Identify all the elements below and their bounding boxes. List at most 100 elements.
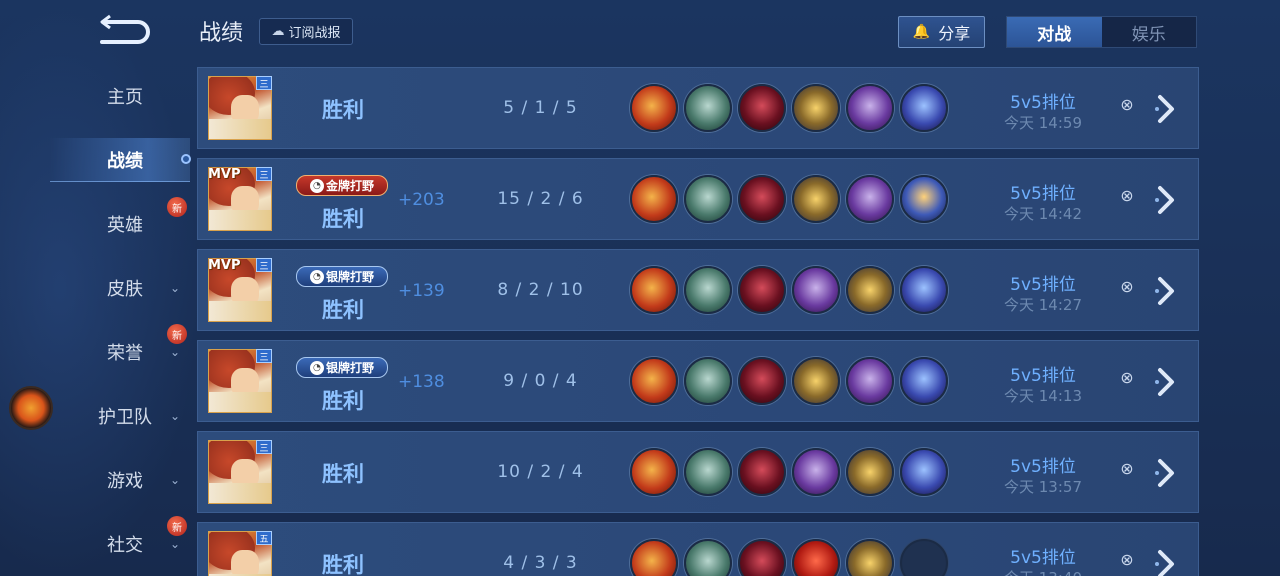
sidebar-item-record[interactable]: 战绩 — [60, 140, 190, 180]
match-data-icon[interactable]: ⊗ — [1118, 460, 1136, 478]
chevron-right-icon[interactable] — [1154, 549, 1178, 576]
item-gold-star-icon — [792, 175, 840, 223]
item-red-cleaver-icon — [630, 357, 678, 405]
sidebar-item-label: 皮肤 — [107, 279, 143, 300]
kda-stats: 9 / 0 / 4 — [503, 371, 578, 391]
item-purple-axe-icon — [846, 357, 894, 405]
share-button[interactable]: 🔔 分享 — [898, 16, 985, 48]
tab-entertainment[interactable]: 娱乐 — [1101, 17, 1196, 47]
match-data-icon[interactable]: ⊗ — [1118, 96, 1136, 114]
sidebar-item-guard[interactable]: 护卫队 ⌄ — [60, 396, 190, 436]
mode-tabs: 对战 娱乐 — [1006, 16, 1197, 48]
sidebar-item-skins[interactable]: 皮肤 ⌄ — [60, 268, 190, 308]
item-red-orb-icon — [792, 539, 840, 576]
bell-icon: 🔔 — [912, 24, 931, 40]
item-blue-blade-icon — [900, 448, 948, 496]
new-badge: 新 — [167, 324, 187, 344]
item-boots-icon — [684, 539, 732, 576]
mvp-badge: MVP — [208, 167, 241, 182]
sidebar-item-label: 主页 — [107, 87, 143, 108]
new-badge: 新 — [167, 197, 187, 217]
item-gold-star-icon — [846, 266, 894, 314]
match-row[interactable]: 三胜利 5 / 1 / 5 5v5排位 今天 14:59 ⊗ — [197, 67, 1199, 149]
match-time: 今天 14:42 — [1004, 205, 1082, 223]
match-row[interactable]: 三 MVP ◔ 银牌打野 胜利 +139 8 / 2 / 10 5v5排位 今天 14:27 ⊗ — [197, 249, 1199, 331]
item-dark-blade-icon — [738, 539, 786, 576]
item-blue-blade-icon — [900, 266, 948, 314]
subscribe-label: 订阅战报 — [288, 26, 341, 41]
mvp-badge: MVP — [208, 258, 241, 273]
sidebar-item-games[interactable]: 游戏 ⌄ — [60, 460, 190, 500]
match-result: 胜利 — [322, 298, 364, 322]
chevron-right-icon[interactable] — [1154, 94, 1178, 124]
sidebar-item-label: 英雄 — [107, 215, 143, 236]
chevron-right-icon[interactable] — [1154, 276, 1178, 306]
hero-grade-badge: 五 — [256, 531, 272, 545]
item-blue-blade-icon — [900, 357, 948, 405]
page-title: 战绩 — [199, 21, 244, 46]
match-row[interactable]: 三胜利 10 / 2 / 4 5v5排位 今天 13:57 ⊗ — [197, 431, 1199, 513]
match-time: 今天 13:57 — [1004, 478, 1082, 496]
item-purple-axe-icon — [792, 448, 840, 496]
sidebar-item-home[interactable]: 主页 — [60, 76, 190, 116]
subscribe-icon: ☁ — [271, 24, 285, 39]
match-time: 今天 13:40 — [988, 567, 1098, 576]
medal-icon: ◔ — [309, 360, 324, 375]
match-result: 胜利 — [322, 207, 364, 231]
item-build — [630, 357, 948, 405]
item-gold-star-icon — [792, 84, 840, 132]
match-time: 今天 14:13 — [1004, 387, 1082, 405]
rank-score-change: +139 — [398, 281, 445, 301]
hero-grade-badge: 三 — [256, 349, 272, 363]
match-data-icon[interactable]: ⊗ — [1118, 187, 1136, 205]
chevron-right-icon[interactable] — [1154, 367, 1178, 397]
item-red-cleaver-icon — [630, 84, 678, 132]
medal-label: 银牌打野 — [325, 270, 374, 284]
match-time: 今天 14:59 — [1004, 114, 1082, 132]
item-red-cleaver-icon — [630, 448, 678, 496]
item-dark-blade-icon — [738, 266, 786, 314]
item-gold-star-icon — [846, 539, 894, 576]
chevron-right-icon[interactable] — [1154, 185, 1178, 215]
match-row[interactable]: 五胜利 4 / 3 / 3 5v5排位今天 13:40 ⊗ — [197, 522, 1199, 576]
match-data-icon[interactable]: ⊗ — [1118, 278, 1136, 296]
hero-grade-badge: 三 — [256, 440, 272, 454]
item-dark-blade-icon — [738, 357, 786, 405]
medal-badge: ◔ 银牌打野 — [296, 357, 388, 378]
sidebar-item-label: 护卫队 — [98, 407, 152, 428]
hero-grade-badge: 三 — [256, 258, 272, 272]
item-build — [630, 448, 948, 496]
kda-stats: 10 / 2 / 4 — [497, 462, 584, 482]
sidebar-item-label: 荣誉 — [107, 343, 143, 364]
game-mode: 5v5排位 — [1010, 366, 1076, 386]
item-purple-axe-icon — [846, 84, 894, 132]
medal-label: 金牌打野 — [325, 179, 374, 193]
game-mode: 5v5排位 — [1010, 457, 1076, 477]
match-row[interactable]: 三 ◔ 银牌打野 胜利 +138 9 / 0 / 4 5v5排位 今天 14:13 ⊗ — [197, 340, 1199, 422]
rank-score-change: +203 — [398, 190, 445, 210]
tab-battle[interactable]: 对战 — [1007, 17, 1102, 47]
item-purple-axe-icon — [846, 175, 894, 223]
chevron-down-icon: ⌄ — [169, 409, 180, 423]
chevron-down-icon: ⌄ — [169, 281, 180, 295]
chevron-down-icon: ⌄ — [169, 537, 180, 551]
sidebar-item-label: 社交 — [107, 535, 143, 556]
item-dark-blade-icon — [738, 84, 786, 132]
match-data-icon[interactable]: ⊗ — [1118, 369, 1136, 387]
match-data-icon[interactable]: ⊗ — [1118, 551, 1136, 569]
new-badge: 新 — [167, 516, 187, 536]
item-red-cleaver-icon — [630, 539, 678, 576]
match-result: 胜利 — [322, 553, 364, 576]
item-gold-star-icon — [846, 448, 894, 496]
sidebar-item-label: 战绩 — [107, 151, 143, 172]
subscribe-report-button[interactable]: ☁ 订阅战报 — [259, 18, 353, 45]
chevron-down-icon: ⌄ — [169, 473, 180, 487]
game-mode: 5v5排位 — [1010, 184, 1076, 204]
kda-stats: 4 / 3 / 3 — [503, 553, 578, 573]
back-icon[interactable] — [96, 14, 152, 46]
rank-score-change: +138 — [398, 372, 445, 392]
medal-icon: ◔ — [309, 178, 324, 193]
match-row[interactable]: 三 MVP ◔ 金牌打野 胜利 +203 15 / 2 / 6 5v5排位 今天 14:42 ⊗ — [197, 158, 1199, 240]
guard-team-icon[interactable] — [9, 386, 53, 430]
chevron-right-icon[interactable] — [1154, 458, 1178, 488]
